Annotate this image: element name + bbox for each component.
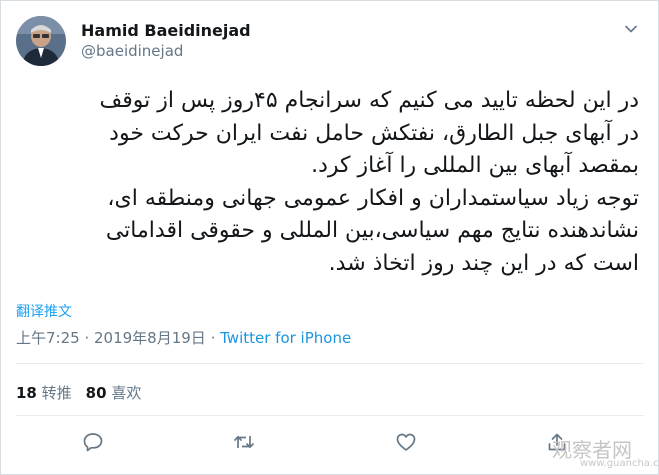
tweet-line: بمقصد آبهای بین المللی را آغاز کرد. [311, 153, 639, 178]
tweet-line: در آبهای جبل الطارق، نفتکش حامل نفت ایرا… [109, 120, 639, 146]
retweets-label: 转推 [41, 384, 72, 402]
avatar[interactable] [16, 16, 66, 66]
like-icon[interactable] [395, 431, 417, 453]
likes-stat[interactable]: 80 喜欢 [86, 384, 142, 402]
tweet-time[interactable]: 上午7:25 [16, 329, 80, 347]
author-handle[interactable]: @baeidinejad [81, 42, 183, 60]
tweet-date[interactable]: 2019年8月19日 [94, 329, 206, 347]
retweet-icon[interactable] [233, 431, 255, 453]
tweet-line: در این لحظه تایید می کنیم که سرانجام ۴۵ر… [99, 88, 639, 113]
tweet-stats: 18 转推 80 喜欢 [16, 382, 141, 403]
likes-label: 喜欢 [111, 384, 142, 402]
divider [16, 415, 644, 416]
tweet-meta: 上午7:25 · 2019年8月19日 · Twitter for iPhone [16, 327, 351, 348]
divider [16, 363, 644, 364]
chevron-down-icon[interactable] [623, 21, 639, 37]
meta-separator: · [205, 329, 221, 347]
tweet-line: است که در این چند روز اتخاذ شد. [328, 250, 639, 276]
meta-separator: · [79, 329, 94, 347]
reply-icon[interactable] [82, 431, 104, 453]
tweet-line: توجه زیاد سیاستمداران و افکار عمومی جهان… [107, 185, 639, 211]
translate-tweet-link[interactable]: 翻译推文 [16, 301, 72, 321]
watermark-url: www.guancha.cn [580, 458, 659, 469]
tweet-card: Hamid Baeidinejad @baeidinejad در این لح… [0, 0, 659, 475]
likes-count: 80 [85, 384, 107, 402]
tweet-text: در این لحظه تایید می کنیم که سرانجام ۴۵ر… [17, 85, 639, 280]
tweet-line: نشاندهنده نتایج مهم سیاسی،بین المللی و ح… [105, 218, 639, 243]
retweets-count: 18 [16, 384, 37, 402]
tweet-source-link[interactable]: Twitter for iPhone [220, 329, 351, 347]
author-name[interactable]: Hamid Baeidinejad [81, 21, 251, 40]
retweets-stat[interactable]: 18 转推 [16, 384, 72, 402]
